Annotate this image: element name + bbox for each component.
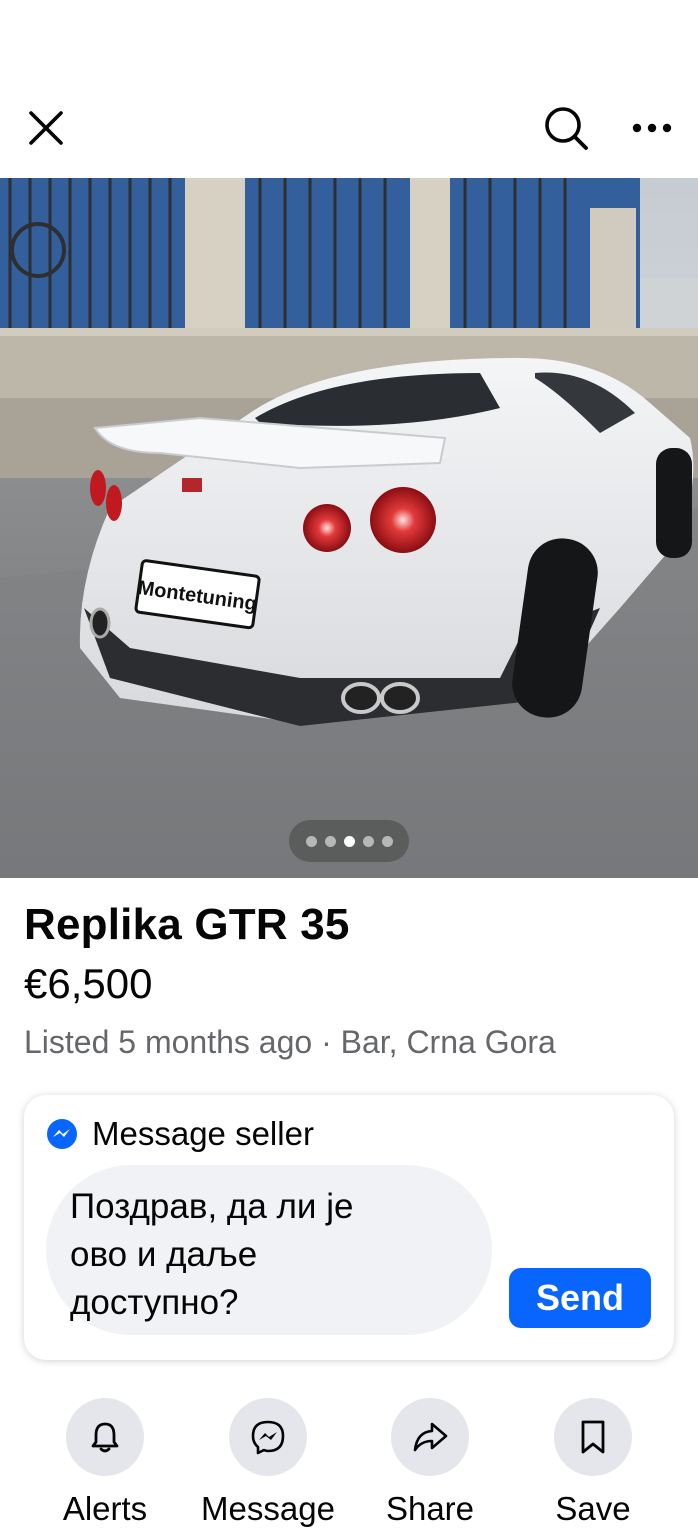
message-button[interactable]: Message: [183, 1398, 353, 1528]
message-input[interactable]: Поздрав, да ли је ово и даље доступно?: [46, 1165, 492, 1335]
carousel-dot: [324, 835, 336, 847]
listing-meta: Listed 5 months ago · Bar, Crna Gora: [24, 1024, 556, 1060]
close-button[interactable]: [18, 100, 74, 156]
listing-photo[interactable]: Montetuning: [0, 178, 698, 878]
more-options-button[interactable]: [624, 100, 680, 156]
listing-price: €6,500: [24, 960, 153, 1007]
carousel-dot-active: [343, 835, 355, 847]
send-button[interactable]: Send: [509, 1268, 651, 1328]
save-circle[interactable]: [554, 1398, 632, 1476]
save-button[interactable]: Save: [508, 1398, 678, 1528]
listing-title: Replika GTR 35: [24, 900, 350, 949]
carousel-dot: [305, 835, 317, 847]
save-label: Save: [555, 1490, 631, 1527]
carousel-indicator[interactable]: [289, 820, 409, 862]
top-bar: [0, 0, 698, 178]
message-seller-header: Message seller: [46, 1115, 314, 1153]
search-button[interactable]: [538, 100, 594, 156]
carousel-dot: [381, 835, 393, 847]
message-seller-card: Message seller Поздрав, да ли је ово и д…: [24, 1095, 674, 1360]
message-seller-heading: Message seller: [92, 1115, 314, 1152]
action-bar: Alerts Message Share Save: [0, 1398, 698, 1536]
message-input-text[interactable]: Поздрав, да ли је ово и даље доступно?: [70, 1183, 390, 1327]
share-icon: [413, 1422, 448, 1452]
message-circle[interactable]: [229, 1398, 307, 1476]
car-photo: Montetuning: [0, 178, 698, 878]
alerts-button[interactable]: Alerts: [20, 1398, 190, 1528]
close-icon: [29, 111, 63, 145]
carousel-dot: [362, 835, 374, 847]
alerts-label: Alerts: [62, 1490, 148, 1527]
bookmark-icon: [581, 1420, 605, 1454]
share-circle[interactable]: [391, 1398, 469, 1476]
messenger-icon: [47, 1119, 77, 1149]
bell-icon: [91, 1422, 119, 1453]
more-icon: [632, 123, 672, 133]
share-label: Share: [385, 1490, 475, 1527]
messenger-icon: [251, 1420, 285, 1455]
search-icon: [545, 107, 588, 150]
share-button[interactable]: Share: [345, 1398, 515, 1528]
alerts-circle[interactable]: [66, 1398, 144, 1476]
message-label: Message: [201, 1490, 335, 1527]
